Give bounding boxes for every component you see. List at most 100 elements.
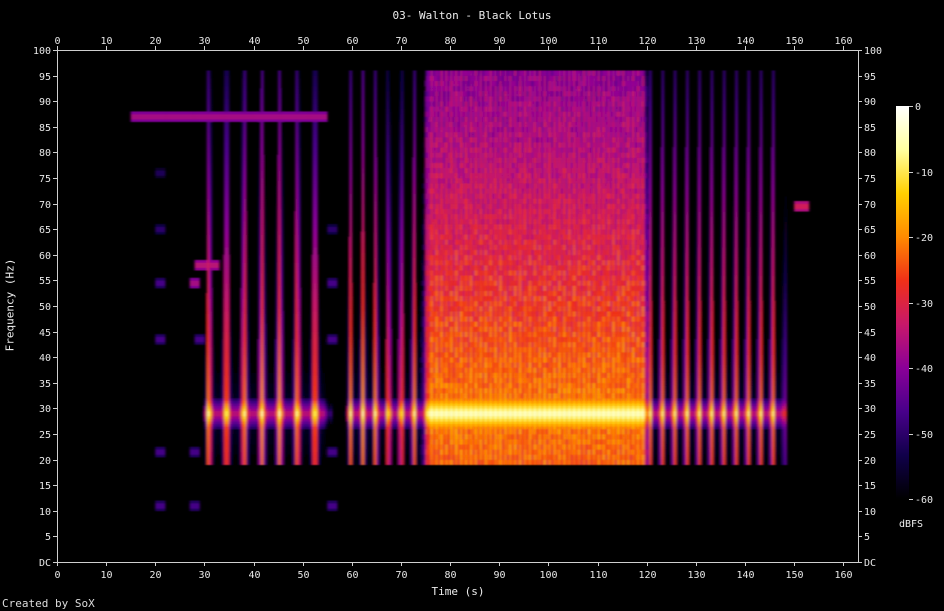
spectrogram-cell [313, 378, 316, 381]
spectrogram-cell [273, 403, 276, 406]
spectrogram-cell [261, 227, 264, 230]
spectrogram-cell [293, 296, 296, 299]
spectrogram-cell [281, 99, 284, 102]
spectrogram-cell [298, 401, 301, 404]
spectrogram-cell [310, 419, 313, 422]
spectrogram-cell [224, 206, 227, 209]
spectrogram-cell [266, 350, 269, 353]
spectrogram-cell [300, 460, 303, 463]
spectrogram-cell [268, 342, 271, 345]
spectrogram-cell [227, 419, 230, 422]
spectrogram-cell [320, 396, 323, 399]
spectrogram-cell [310, 414, 313, 417]
spectrogram-cell [278, 242, 281, 245]
spectrogram-cell [263, 298, 266, 301]
spectrogram-cell [209, 232, 212, 235]
spectrogram-cell [290, 367, 293, 370]
spectrogram-cell [222, 326, 225, 329]
spectrogram-cell [236, 426, 239, 429]
spectrogram-cell [320, 452, 323, 455]
spectrogram-cell [263, 262, 266, 265]
spectrogram-cell [300, 449, 303, 452]
spectrogram-cell [290, 375, 293, 378]
spectrogram-cell [249, 398, 252, 401]
spectrogram-cell [286, 460, 289, 463]
spectrogram-cell [234, 111, 237, 114]
spectrogram-cell [288, 388, 291, 391]
spectrogram-cell [298, 175, 301, 178]
spectrogram-cell [310, 398, 313, 401]
spectrogram-cell [281, 193, 284, 196]
spectrogram-cell [320, 416, 323, 419]
spectrogram-cell [266, 344, 269, 347]
spectrogram-cell [295, 280, 298, 283]
spectrogram-cell [278, 260, 281, 263]
spectrogram-cell [347, 252, 350, 255]
spectrogram-cell [283, 334, 286, 337]
spectrogram-cell [278, 431, 281, 434]
spectrogram-cell [254, 347, 257, 350]
spectrogram-cell [308, 342, 311, 345]
spectrogram-cell [261, 383, 264, 386]
spectrogram-cell [295, 434, 298, 437]
spectrogram-cell [298, 86, 301, 89]
spectrogram-cell [241, 431, 244, 434]
spectrogram-cell [207, 201, 210, 204]
spectrogram-cell [219, 426, 222, 429]
spectrogram-cell [207, 437, 210, 440]
spectrogram-cell [256, 442, 259, 445]
spectrogram-cell [163, 173, 166, 176]
spectrogram-cell [303, 360, 306, 363]
spectrogram-cell [227, 168, 230, 171]
spectrogram-cell [229, 319, 232, 322]
spectrogram-cell [320, 378, 323, 381]
spectrogram-cell [266, 434, 269, 437]
spectrogram-cell [298, 196, 301, 199]
spectrogram-cell [347, 396, 350, 399]
spectrogram-cell [229, 431, 232, 434]
spectrogram-cell [310, 365, 313, 368]
spectrogram-cell [219, 393, 222, 396]
spectrogram-cell [258, 127, 261, 130]
spectrogram-cell [261, 350, 264, 353]
spectrogram-cell [315, 421, 318, 424]
spectrogram-cell [239, 337, 242, 340]
spectrogram-cell [263, 260, 266, 263]
spectrogram-cell [347, 357, 350, 360]
spectrogram-cell [293, 245, 296, 248]
spectrogram-cell [330, 416, 333, 419]
spectrogram-cell [281, 319, 284, 322]
spectrogram-cell [212, 347, 215, 350]
spectrogram-cell [222, 339, 225, 342]
spectrogram-cell [295, 398, 298, 401]
spectrogram-cell [313, 201, 316, 204]
spectrogram-cell [212, 449, 215, 452]
spectrogram-cell [313, 245, 316, 248]
spectrogram-cell [347, 385, 350, 388]
spectrogram-cell [229, 355, 232, 358]
spectrogram-cell [256, 408, 259, 411]
spectrogram-cell [249, 449, 252, 452]
spectrogram-cell [153, 111, 156, 114]
spectrogram-cell [190, 454, 193, 457]
spectrogram-cell [212, 326, 215, 329]
spectrogram-cell [273, 350, 276, 353]
spectrogram-cell [347, 375, 350, 378]
spectrogram-cell [236, 424, 239, 427]
spectrogram-cell [315, 206, 318, 209]
spectrogram-cell [217, 444, 220, 447]
spectrogram-cell [295, 140, 298, 143]
spectrogram-cell [227, 437, 230, 440]
spectrogram-cell [310, 362, 313, 365]
spectrogram-cell [347, 291, 350, 294]
spectrogram-cell [303, 452, 306, 455]
spectrogram-cell [303, 357, 306, 360]
spectrogram-cell [330, 224, 333, 227]
spectrogram-cell [308, 454, 311, 457]
spectrogram-cell [239, 449, 242, 452]
spectrogram-cell [317, 291, 320, 294]
spectrogram-cell [229, 350, 232, 353]
spectrogram-cell [271, 350, 274, 353]
spectrogram-cell [251, 444, 254, 447]
spectrogram-cell [212, 426, 215, 429]
